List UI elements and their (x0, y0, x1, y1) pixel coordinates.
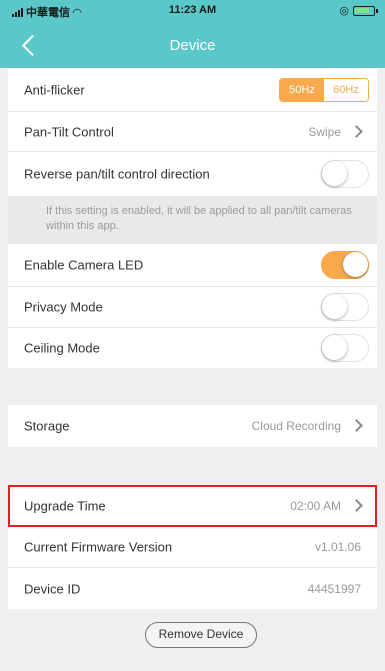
chevron-right-icon (350, 498, 363, 512)
camera-led-label: Enable Camera LED (24, 257, 144, 273)
battery-icon (353, 5, 378, 16)
privacy-mode-toggle[interactable] (321, 293, 369, 321)
ceiling-mode-row: Ceiling Mode (8, 328, 377, 368)
anti-flicker-label: Anti-flicker (24, 82, 85, 97)
reverse-direction-note: If this setting is enabled, it will be a… (8, 196, 377, 244)
reverse-direction-label: Reverse pan/tilt control direction (24, 166, 210, 182)
storage-value: Cloud Recording (251, 419, 341, 433)
ceiling-mode-toggle[interactable] (321, 334, 369, 362)
upgrade-time-value: 02:00 AM (290, 498, 341, 513)
storage-row[interactable]: Storage Cloud Recording (8, 405, 377, 447)
chevron-right-icon (350, 124, 363, 138)
upgrade-time-label: Upgrade Time (24, 498, 106, 513)
anti-flicker-row: Anti-flicker 50Hz 60Hz (8, 68, 377, 112)
upgrade-time-row[interactable]: Upgrade Time 02:00 AM (8, 485, 377, 527)
status-right: ◎ (339, 4, 378, 17)
camera-led-toggle[interactable] (321, 251, 369, 279)
firmware-label: Current Firmware Version (24, 539, 173, 555)
firmware-row: Current Firmware Version v1.01.06 (8, 527, 377, 568)
status-bar: 中華電信 ◠ 11:23 AM ◎ (0, 0, 385, 22)
device-id-label: Device ID (24, 581, 81, 596)
alarm-icon: ◎ (339, 5, 349, 17)
navigation-bar: 中華電信 ◠ 11:23 AM ◎ Device (0, 0, 385, 68)
device-id-value: 44451997 (307, 581, 361, 596)
ceiling-mode-label: Ceiling Mode (24, 340, 100, 356)
status-time: 11:23 AM (168, 4, 217, 16)
page-title: Device (169, 37, 216, 54)
firmware-value: v1.01.06 (314, 540, 361, 554)
device-id-row: Device ID 44451997 (8, 568, 377, 609)
remove-device-button[interactable]: Remove Device (145, 622, 257, 648)
privacy-mode-row: Privacy Mode (8, 287, 377, 328)
pan-tilt-label: Pan-Tilt Control (24, 124, 114, 139)
storage-label: Storage (24, 418, 70, 434)
anti-flicker-segmented-control[interactable]: 50Hz 60Hz (279, 77, 369, 102)
pan-tilt-control-row[interactable]: Pan-Tilt Control Swipe (8, 112, 377, 152)
pan-tilt-value: Swipe (308, 124, 341, 139)
option-60hz[interactable]: 60Hz (324, 78, 368, 101)
camera-led-row: Enable Camera LED (8, 244, 377, 287)
reverse-direction-toggle[interactable] (321, 160, 369, 188)
option-50hz[interactable]: 50Hz (280, 78, 324, 101)
chevron-right-icon (350, 419, 363, 432)
reverse-direction-row: Reverse pan/tilt control direction (8, 152, 377, 196)
privacy-mode-label: Privacy Mode (24, 299, 103, 315)
